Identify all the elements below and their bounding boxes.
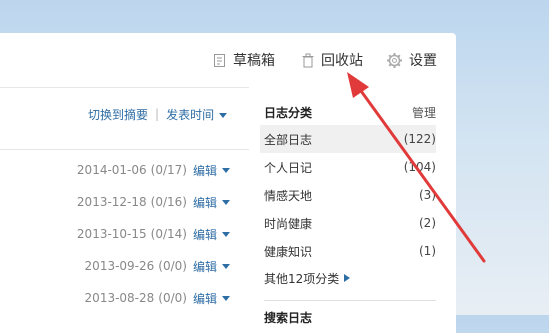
post-row: 2013-12-18 (0/16) 编辑 — [0, 189, 249, 215]
sidebar-title: 日志分类 — [264, 105, 313, 120]
chevron-right-icon — [344, 274, 351, 282]
chevron-down-icon[interactable] — [222, 167, 230, 173]
edit-link[interactable]: 编辑 — [193, 162, 217, 179]
post-stats: (0/16) — [150, 195, 187, 209]
category-item-fashion-health[interactable]: 时尚健康 (2) — [264, 209, 436, 237]
more-categories-label: 其他12项分类 — [264, 271, 340, 286]
list-divider — [0, 149, 249, 150]
category-count: (2) — [419, 216, 436, 230]
category-count: (3) — [419, 188, 436, 202]
post-row: 2013-08-28 (0/0) 编辑 — [0, 285, 249, 311]
sort-by-time-dropdown[interactable]: 发表时间 — [166, 106, 228, 123]
edit-link[interactable]: 编辑 — [193, 194, 217, 211]
chevron-down-icon[interactable] — [222, 231, 230, 237]
post-stats: (0/0) — [158, 259, 187, 273]
drafts-icon — [212, 53, 227, 68]
gear-icon — [386, 52, 403, 69]
edit-link[interactable]: 编辑 — [193, 258, 217, 275]
top-toolbar: 草稿箱 回收站 设置 — [0, 47, 456, 73]
category-name: 时尚健康 — [264, 216, 313, 231]
category-count: (1) — [419, 244, 436, 258]
header-divider — [0, 87, 249, 88]
post-date: 2013-08-28 — [84, 291, 155, 305]
category-name: 健康知识 — [264, 244, 313, 259]
category-name: 个人日记 — [264, 160, 313, 175]
chevron-down-icon — [219, 112, 228, 118]
sort-bar: 切换到摘要 | 发表时间 — [88, 103, 228, 125]
more-categories-link[interactable]: 其他12项分类 — [264, 265, 436, 291]
settings-link[interactable]: 设置 — [386, 47, 437, 73]
chevron-down-icon[interactable] — [222, 199, 230, 205]
sidebar-divider — [264, 300, 436, 301]
category-name: 情感天地 — [264, 188, 313, 203]
category-count: (104) — [403, 160, 436, 174]
chevron-down-icon[interactable] — [222, 295, 230, 301]
category-item-emotions[interactable]: 情感天地 (3) — [264, 181, 436, 209]
category-name: 全部日志 — [264, 132, 313, 147]
post-row: 2013-09-26 (0/0) 编辑 — [0, 253, 249, 279]
trash-icon — [301, 53, 315, 68]
sort-separator: | — [155, 107, 160, 121]
category-item-health-knowledge[interactable]: 健康知识 (1) — [264, 237, 436, 265]
post-date: 2013-09-26 — [84, 259, 155, 273]
blog-panel: 草稿箱 回收站 设置 切换到摘要 | 发表时间 2014-01-06 (0/17… — [0, 33, 456, 333]
post-row: 2013-10-15 (0/14) 编辑 — [0, 221, 249, 247]
category-item-all[interactable]: 全部日志 (122) — [260, 125, 436, 153]
recycle-bin-label: 回收站 — [321, 53, 363, 69]
sidebar-header: 日志分类 管理 — [264, 99, 436, 125]
post-date: 2013-12-18 — [76, 195, 147, 209]
switch-to-summary-link[interactable]: 切换到摘要 — [88, 106, 148, 123]
search-log-heading: 搜索日志 — [264, 311, 313, 325]
chevron-down-icon[interactable] — [222, 263, 230, 269]
post-row: 2014-01-06 (0/17) 编辑 — [0, 157, 249, 183]
drafts-link[interactable]: 草稿箱 — [212, 47, 275, 73]
post-date: 2014-01-06 — [76, 163, 147, 177]
edit-link[interactable]: 编辑 — [193, 290, 217, 307]
manage-link[interactable]: 管理 — [412, 104, 436, 121]
category-sidebar: 日志分类 管理 全部日志 (122) 个人日记 (104) 情感天地 (3) 时… — [260, 99, 436, 291]
edit-link[interactable]: 编辑 — [193, 226, 217, 243]
post-date: 2013-10-15 — [76, 227, 147, 241]
recycle-bin-link[interactable]: 回收站 — [301, 47, 363, 73]
post-stats: (0/0) — [158, 291, 187, 305]
category-count: (122) — [403, 132, 436, 146]
category-item-personal-diary[interactable]: 个人日记 (104) — [264, 153, 436, 181]
post-stats: (0/14) — [150, 227, 187, 241]
drafts-label: 草稿箱 — [233, 53, 275, 69]
sort-by-time-label: 发表时间 — [166, 107, 215, 122]
settings-label: 设置 — [409, 53, 437, 69]
post-stats: (0/17) — [150, 163, 187, 177]
